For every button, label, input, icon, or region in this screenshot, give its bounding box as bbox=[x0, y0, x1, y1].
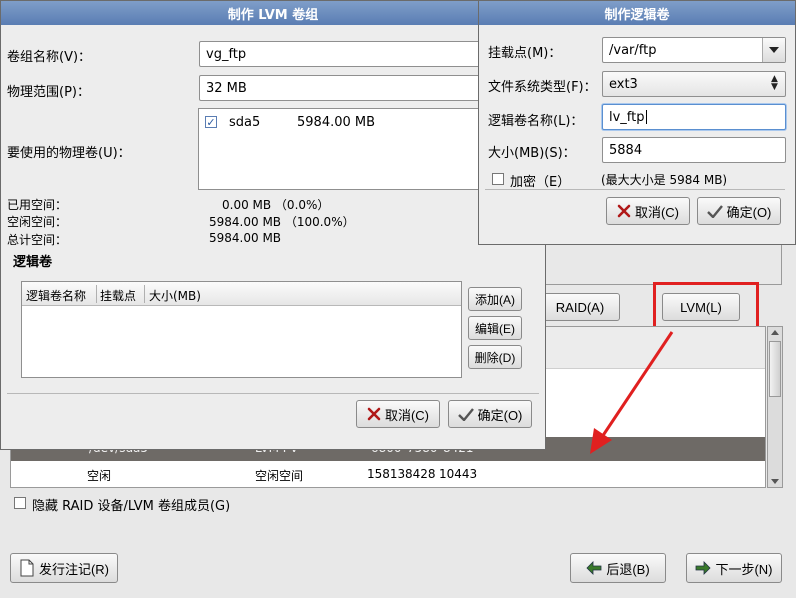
fs-type-select[interactable]: ext3 bbox=[602, 71, 786, 97]
pv-list: ✓ sda5 5984.00 MB bbox=[198, 108, 498, 190]
lv-col-name[interactable]: 逻辑卷名称 bbox=[26, 287, 86, 304]
lv-name-input[interactable]: lv_ftp bbox=[602, 104, 786, 130]
pe-label: 物理范围(P)： bbox=[7, 85, 90, 100]
annotation-arrow-icon bbox=[590, 331, 674, 454]
lv-section-label: 逻辑卷 bbox=[13, 255, 53, 270]
lvm-ok-button[interactable]: 确定(O) bbox=[448, 400, 532, 428]
lvm-cancel-button[interactable]: 取消(C) bbox=[356, 400, 440, 428]
cancel-x-icon bbox=[367, 407, 381, 421]
lvm-dialog-separator bbox=[7, 393, 539, 394]
total-space-value: 5984.00 MB bbox=[209, 231, 282, 245]
release-notes-button[interactable]: 发行注记(R) bbox=[10, 553, 118, 583]
vg-name-input[interactable]: vg_ftp bbox=[199, 41, 499, 67]
lvm-dialog-titlebar: 制作 LVM 卷组 bbox=[1, 1, 545, 25]
next-button[interactable]: 下一步(N) bbox=[686, 553, 782, 583]
row-size: 10443 bbox=[439, 467, 478, 481]
lv-dialog-title: 制作逻辑卷 bbox=[604, 7, 670, 23]
ok-check-icon bbox=[706, 204, 723, 218]
free-space-label: 空闲空间： bbox=[7, 215, 68, 229]
row-start: 15813 bbox=[367, 467, 406, 481]
mount-point-label: 挂载点(M)： bbox=[488, 46, 562, 61]
text-cursor bbox=[645, 110, 647, 124]
lvm-dialog: 制作 LVM 卷组 卷组名称(V)： vg_ftp 物理范围(P)： 32 MB… bbox=[0, 0, 546, 450]
document-icon bbox=[19, 559, 35, 577]
row-device: 空闲 bbox=[87, 469, 112, 483]
pv-size: 5984.00 MB bbox=[297, 115, 376, 130]
hide-raid-label: 隐藏 RAID 设备/LVM 卷组成员(G) bbox=[32, 499, 231, 514]
encrypt-label: 加密（E） bbox=[510, 175, 571, 190]
lvm-dialog-title: 制作 LVM 卷组 bbox=[227, 7, 319, 23]
row-end: 8428 bbox=[405, 467, 436, 481]
mount-dropdown-button[interactable] bbox=[762, 38, 785, 62]
lv-dialog-separator bbox=[485, 189, 785, 190]
vg-name-label: 卷组名称(V)： bbox=[7, 50, 92, 65]
max-size-text: (最大大小是 5984 MB) bbox=[601, 173, 728, 187]
hide-raid-checkbox[interactable] bbox=[14, 497, 26, 509]
total-space-label: 总计空间： bbox=[7, 233, 68, 247]
cancel-x-icon bbox=[617, 204, 631, 218]
updown-arrows-icon: ▲ ▼ bbox=[771, 74, 778, 92]
scroll-down-arrow-icon[interactable] bbox=[771, 479, 779, 484]
size-input[interactable]: 5884 bbox=[602, 137, 786, 163]
raid-button[interactable]: RAID(A) bbox=[540, 293, 620, 321]
pv-list-item[interactable]: ✓ sda5 5984.00 MB bbox=[199, 113, 497, 133]
pe-select[interactable]: 32 MB bbox=[199, 75, 499, 101]
back-button[interactable]: 后退(B) bbox=[570, 553, 666, 583]
lv-ok-button[interactable]: 确定(O) bbox=[697, 197, 781, 225]
lv-name-label: 逻辑卷名称(L)： bbox=[488, 114, 584, 129]
add-lv-button[interactable]: 添加(A) bbox=[468, 287, 522, 311]
pv-name: sda5 bbox=[229, 115, 261, 130]
row-type: 空闲空间 bbox=[255, 469, 304, 483]
used-space-label: 已用空间： bbox=[7, 198, 68, 212]
mount-point-combo[interactable]: /var/ftp bbox=[602, 37, 786, 63]
free-space-value: 5984.00 MB （100.0%） bbox=[209, 215, 355, 229]
encrypt-checkbox[interactable] bbox=[492, 173, 504, 185]
table-row-free[interactable]: 空闲 空闲空间 15813 8428 10443 bbox=[11, 463, 765, 487]
fs-type-label: 文件系统类型(F)： bbox=[488, 80, 597, 95]
column-divider bbox=[96, 285, 97, 303]
pv-checkbox[interactable]: ✓ bbox=[205, 116, 217, 128]
delete-lv-button[interactable]: 删除(D) bbox=[468, 345, 522, 369]
lv-table-header: 逻辑卷名称 挂载点 大小(MB) bbox=[22, 282, 461, 306]
arrow-left-icon bbox=[586, 561, 602, 575]
lv-col-mount[interactable]: 挂载点 bbox=[100, 287, 136, 304]
lv-dialog-titlebar: 制作逻辑卷 bbox=[479, 1, 795, 25]
lv-dialog: 制作逻辑卷 挂载点(M)： /var/ftp 文件系统类型(F)： ext3 ▲… bbox=[478, 0, 796, 245]
size-label: 大小(MB)(S)： bbox=[488, 146, 576, 161]
used-space-value: 0.00 MB （0.0%） bbox=[222, 198, 330, 212]
scroll-up-arrow-icon[interactable] bbox=[771, 330, 779, 335]
pv-label: 要使用的物理卷(U)： bbox=[7, 146, 131, 161]
lv-cancel-button[interactable]: 取消(C) bbox=[606, 197, 690, 225]
lv-col-size[interactable]: 大小(MB) bbox=[149, 287, 201, 304]
table-scrollbar[interactable] bbox=[767, 326, 783, 488]
arrow-right-icon bbox=[695, 561, 712, 575]
lv-table: 逻辑卷名称 挂载点 大小(MB) bbox=[21, 281, 462, 378]
column-divider bbox=[144, 285, 145, 303]
chevron-down-icon bbox=[769, 47, 779, 53]
scroll-thumb[interactable] bbox=[769, 341, 781, 397]
lvm-highlight-box bbox=[653, 282, 759, 329]
partition-panel-frame bbox=[540, 245, 782, 285]
ok-check-icon bbox=[457, 407, 474, 421]
edit-lv-button[interactable]: 编辑(E) bbox=[468, 316, 522, 340]
